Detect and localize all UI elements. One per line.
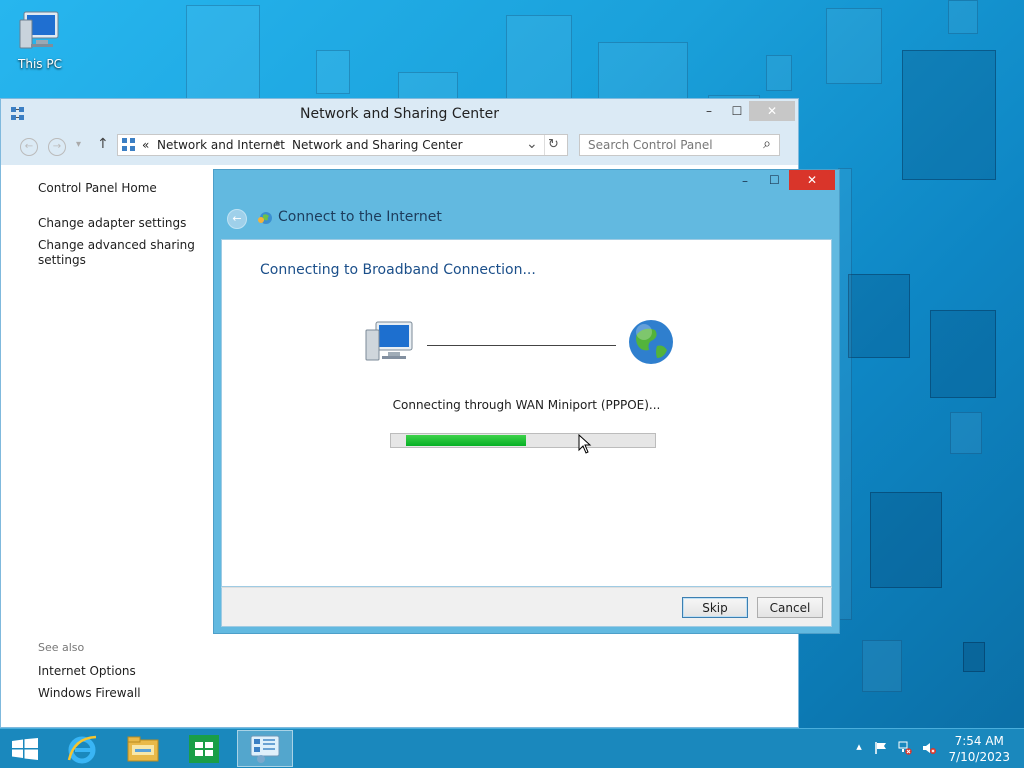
minimize-button[interactable]: –	[699, 101, 719, 121]
bg-tile	[598, 42, 688, 102]
taskbar: ▴ 7:54 AM 7/10/2023	[0, 728, 1024, 768]
store-icon	[189, 735, 219, 763]
folder-icon	[127, 736, 159, 762]
up-button[interactable]: ↑	[97, 136, 109, 152]
bg-tile	[838, 168, 852, 620]
bg-tile	[848, 274, 910, 358]
store-button[interactable]	[176, 730, 232, 767]
show-hidden-icons-button[interactable]: ▴	[852, 740, 866, 754]
breadcrumb-overflow[interactable]: «	[142, 138, 149, 152]
dialog-maximize-button[interactable]: ☐	[769, 173, 780, 187]
dialog-footer: Skip Cancel	[221, 587, 832, 627]
change-adapter-settings-link[interactable]: Change adapter settings	[38, 216, 208, 230]
dialog-close-button[interactable]: ✕	[789, 170, 835, 190]
action-center-flag-icon[interactable]	[874, 741, 888, 755]
this-pc-desktop-icon[interactable]: This PC	[12, 8, 68, 71]
see-also-heading: See also	[38, 641, 85, 654]
forward-button[interactable]: →	[48, 138, 66, 156]
file-explorer-button[interactable]	[115, 730, 171, 767]
system-clock[interactable]: 7:54 AM 7/10/2023	[948, 733, 1010, 765]
connection-line	[427, 345, 616, 346]
connection-status-text: Connecting through WAN Miniport (PPPOE).…	[392, 398, 661, 412]
internet-options-link[interactable]: Internet Options	[38, 664, 208, 678]
change-advanced-sharing-link[interactable]: Change advanced sharing settings	[38, 238, 208, 268]
network-status-icon[interactable]	[898, 741, 912, 755]
navigation-bar: ← → ▾ ↑ « Network and Internet ▸ Network…	[1, 129, 798, 165]
clock-time: 7:54 AM	[954, 734, 1004, 748]
search-input[interactable]: Search Control Panel ⌕	[579, 134, 780, 156]
computer-icon	[19, 11, 59, 49]
bg-tile	[902, 50, 996, 180]
main-titlebar[interactable]: Network and Sharing Center – ☐ ✕	[1, 99, 798, 129]
internet-explorer-button[interactable]	[54, 730, 110, 767]
main-window-title: Network and Sharing Center	[299, 106, 499, 122]
address-dropdown-button[interactable]: ⌄	[526, 136, 538, 152]
see-also-section: See also Internet Options Windows Firewa…	[38, 641, 208, 700]
volume-muted-icon[interactable]	[922, 741, 936, 755]
refresh-button[interactable]: ↻	[548, 137, 559, 152]
mouse-cursor-icon	[578, 434, 592, 454]
bg-tile	[870, 492, 942, 588]
breadcrumb-network-and-internet[interactable]: Network and Internet	[157, 138, 285, 152]
connection-progress-bar	[390, 433, 656, 448]
control-panel-home-link[interactable]: Control Panel Home	[38, 181, 208, 195]
progress-fill	[406, 435, 526, 446]
cancel-button[interactable]: Cancel	[757, 597, 823, 618]
dialog-heading: Connecting to Broadband Connection...	[260, 262, 536, 278]
windows-logo-icon	[12, 738, 38, 760]
bg-tile	[950, 412, 982, 454]
dialog-title: Connect to the Internet	[278, 209, 442, 225]
recent-locations-dropdown[interactable]: ▾	[76, 139, 81, 150]
start-button[interactable]	[0, 730, 50, 767]
globe-icon	[629, 320, 673, 364]
breadcrumb-separator[interactable]: ▸	[276, 138, 281, 148]
close-button[interactable]: ✕	[749, 101, 795, 121]
connect-to-internet-dialog: – ☐ ✕ ← Connect to the Internet Connecti…	[213, 169, 840, 634]
skip-button[interactable]: Skip	[682, 597, 748, 618]
bg-tile	[930, 310, 996, 398]
connect-globe-icon	[258, 212, 272, 224]
control-panel-taskbar-button[interactable]	[237, 730, 293, 767]
left-navigation-pane: Control Panel Home Change adapter settin…	[38, 181, 208, 268]
ie-icon	[67, 735, 97, 764]
control-panel-icon	[250, 735, 280, 763]
bg-tile	[316, 50, 350, 94]
dialog-content: Connecting to Broadband Connection... Co…	[221, 239, 832, 587]
bg-tile	[506, 15, 572, 101]
dialog-back-button[interactable]: ←	[227, 209, 247, 229]
bg-tile	[766, 55, 792, 91]
dialog-minimize-button[interactable]: –	[742, 174, 748, 188]
search-placeholder: Search Control Panel	[588, 138, 713, 152]
search-icon[interactable]: ⌕	[763, 136, 771, 152]
back-button[interactable]: ←	[20, 138, 38, 156]
network-location-icon	[122, 138, 135, 151]
address-divider	[544, 135, 545, 155]
this-pc-label: This PC	[18, 57, 62, 71]
windows-firewall-link[interactable]: Windows Firewall	[38, 686, 208, 700]
breadcrumb-network-sharing-center[interactable]: Network and Sharing Center	[292, 138, 463, 152]
computer-icon	[365, 321, 413, 361]
clock-date: 7/10/2023	[948, 750, 1010, 764]
bg-tile	[862, 640, 902, 692]
bg-tile	[963, 642, 985, 672]
address-bar[interactable]: « Network and Internet ▸ Network and Sha…	[117, 134, 568, 156]
bg-tile	[186, 5, 260, 99]
maximize-button[interactable]: ☐	[727, 101, 747, 121]
bg-tile	[948, 0, 978, 34]
bg-tile	[826, 8, 882, 84]
